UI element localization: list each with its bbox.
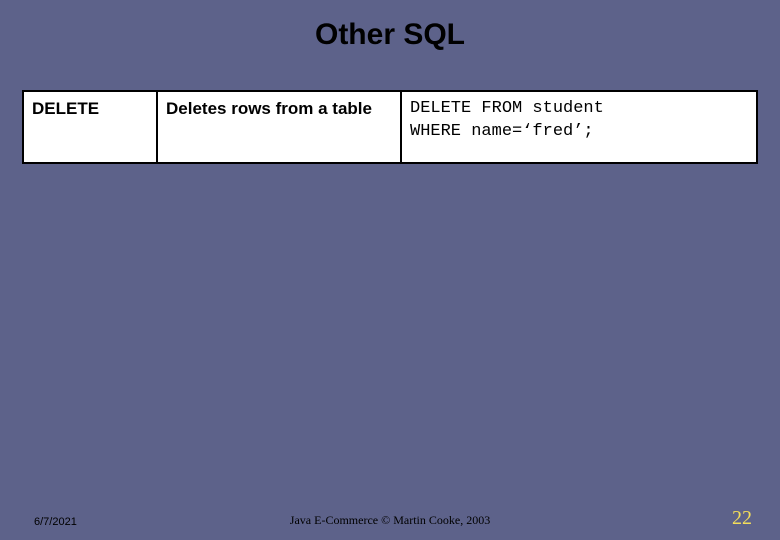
- cell-example: DELETE FROM student WHERE name=‘fred’;: [402, 92, 756, 162]
- cell-keyword: DELETE: [24, 92, 158, 162]
- table-row: DELETE Deletes rows from a table DELETE …: [24, 92, 756, 162]
- footer-copyright: Java E-Commerce © Martin Cooke, 2003: [0, 513, 780, 528]
- sql-table: DELETE Deletes rows from a table DELETE …: [22, 90, 758, 164]
- slide-title: Other SQL: [0, 18, 780, 52]
- footer-page-number: 22: [732, 507, 752, 530]
- cell-description: Deletes rows from a table: [158, 92, 402, 162]
- example-line-1: DELETE FROM student: [410, 98, 748, 121]
- example-line-2: WHERE name=‘fred’;: [410, 121, 748, 144]
